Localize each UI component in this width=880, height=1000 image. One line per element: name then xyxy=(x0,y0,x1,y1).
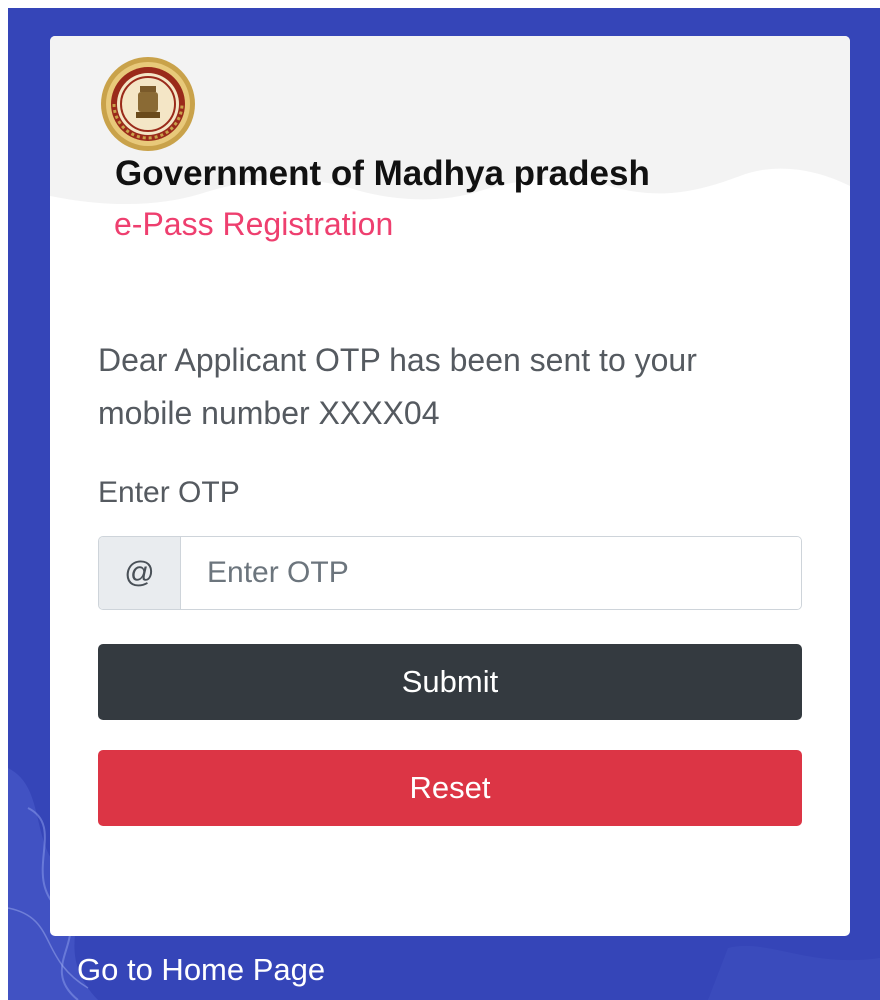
otp-input[interactable] xyxy=(181,537,801,609)
at-icon: @ xyxy=(99,537,181,609)
reset-button[interactable]: Reset xyxy=(98,750,802,826)
go-to-home-page-link[interactable]: Go to Home Page xyxy=(77,952,325,988)
otp-label: Enter OTP xyxy=(98,476,240,509)
otp-card: Government of Madhya pradesh e-Pass Regi… xyxy=(50,36,850,936)
page-title: Government of Madhya pradesh xyxy=(115,154,650,193)
otp-input-group: @ xyxy=(98,536,802,610)
mp-government-emblem-icon xyxy=(101,57,195,151)
otp-sent-message: Dear Applicant OTP has been sent to your… xyxy=(98,342,697,431)
page: Government of Madhya pradesh e-Pass Regi… xyxy=(0,0,880,1000)
submit-button[interactable]: Submit xyxy=(98,644,802,720)
page-subtitle: e-Pass Registration xyxy=(114,206,394,242)
